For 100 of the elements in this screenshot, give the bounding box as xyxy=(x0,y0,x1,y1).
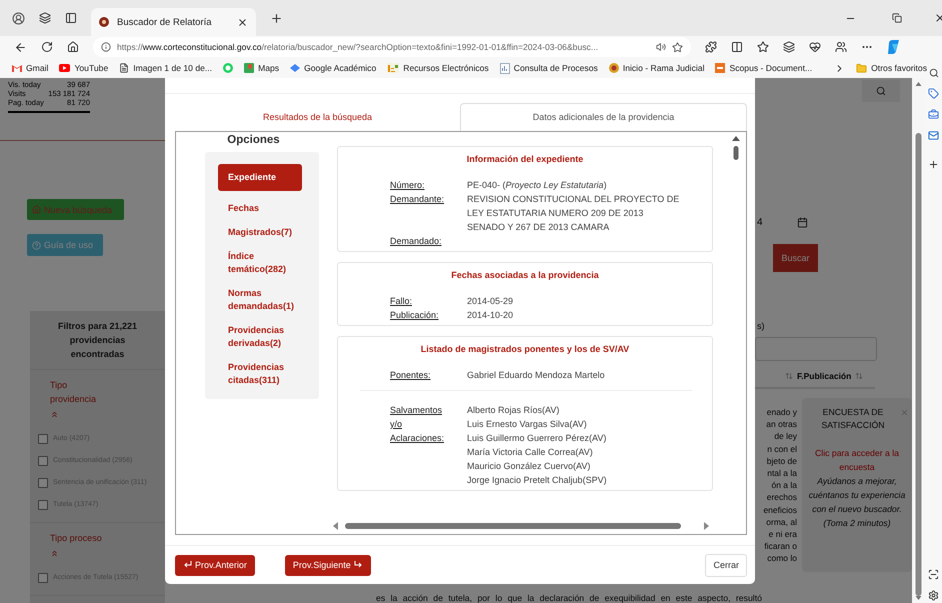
field-label: Salvamentos y/o Aclaraciones: xyxy=(390,404,446,445)
paragraph-text: como lo xyxy=(767,552,797,565)
add-icon[interactable] xyxy=(928,159,939,170)
field-value: PE-040- (Proyecto Ley Estatutaria) xyxy=(467,178,608,192)
bookmark[interactable]: Imagen 1 de 10 de... xyxy=(119,63,212,73)
next-button[interactable]: Prov.Siguiente xyxy=(284,554,371,576)
search-icon xyxy=(876,86,886,96)
play-icon xyxy=(59,64,70,72)
survey-note: Ayúdanos a mejorar, cuéntanos tu experiencia con el nuevo buscador. (Toma 2 minutos) xyxy=(808,475,906,530)
page-info-icon[interactable] xyxy=(101,42,111,52)
card-title: Listado de magistrados ponentes y los de SV/AV xyxy=(420,344,630,354)
map-pin-icon xyxy=(244,63,254,73)
mail-icon xyxy=(12,64,22,72)
refresh-icon[interactable] xyxy=(41,41,53,53)
field-value: SENADO Y 267 DE 2013 CAMARA xyxy=(467,220,610,234)
seal-icon xyxy=(608,63,619,73)
home-icon[interactable] xyxy=(67,41,79,53)
books-icon xyxy=(387,63,400,73)
field-value: Luis Ernesto Vargas Silva(AV) xyxy=(467,418,588,431)
field-label: Demandante: xyxy=(390,192,446,206)
bookmark[interactable]: Scopus - Document... xyxy=(715,63,812,73)
address-bar[interactable]: https://www.corteconstitucional.gov.co/relatoria/buscador_new/?searchOption=texto&fini=1992-01-01&ffin=2024-03-06&busc... xyxy=(93,37,691,57)
field-label: Número: xyxy=(390,178,426,192)
bookmark[interactable]: Maps xyxy=(244,63,280,73)
favorites-icon[interactable] xyxy=(757,41,769,53)
paragraph-text: an otras xyxy=(766,418,797,430)
collapse-icon[interactable] xyxy=(50,410,59,419)
field-value: LEY ESTATUTARIA NUMERO 209 DE 2013 xyxy=(467,206,644,220)
settings-icon[interactable] xyxy=(928,590,939,601)
close-button[interactable]: Cerrar xyxy=(705,554,747,577)
previous-button[interactable]: Prov.Anterior xyxy=(175,554,255,576)
field-value: Jorge Ignacio Pretelt Chaljub(SPV) xyxy=(467,474,608,487)
screenshot-icon[interactable] xyxy=(928,569,939,580)
field-label: Ponentes: xyxy=(390,368,432,382)
page-icon xyxy=(119,63,130,73)
option-item[interactable]: Expediente xyxy=(218,164,302,191)
search-icon[interactable] xyxy=(928,68,938,78)
tab[interactable]: Datos adicionales de la providencia xyxy=(460,102,747,131)
bookmark[interactable]: YouTube xyxy=(59,63,108,73)
field-value: Mauricio González Cuervo(AV) xyxy=(467,460,592,473)
paragraph-text: bjeto de xyxy=(766,454,797,468)
health-icon[interactable] xyxy=(809,41,821,53)
collections-icon[interactable] xyxy=(783,41,795,53)
url-text: https://www.corteconstitucional.gov.co/relatoria/buscador_new/?searchOption=texto&fini=1992-01-01&ffin=2024-03-06&busc... xyxy=(117,42,599,52)
diamond-icon xyxy=(290,64,300,72)
calendar-icon[interactable] xyxy=(796,217,808,228)
bookmark[interactable]: Consulta de Procesos xyxy=(500,62,598,74)
tab-actions-icon[interactable] xyxy=(65,12,77,24)
paragraph-text: ón a la xyxy=(771,479,797,492)
bookmark[interactable]: Inicio - Rama Judicial xyxy=(608,63,704,73)
bookmark-folder[interactable]: Otros favoritos xyxy=(856,62,928,74)
paragraph-text: ntal a la xyxy=(767,467,797,480)
users-icon[interactable] xyxy=(835,41,847,53)
checkbox[interactable] xyxy=(38,434,48,444)
option-item[interactable]: Índice temático(282) xyxy=(218,250,302,276)
paragraph-text: es la acción de tutela, por lo que la declaración de exequibilidad en este aspecto, resultó xyxy=(375,592,763,603)
paragraph-text: n con el xyxy=(767,442,797,455)
collapse-icon[interactable] xyxy=(50,549,59,558)
option-item[interactable]: Providencias citadas(311) xyxy=(218,360,302,387)
column-header[interactable]: F.Publicación xyxy=(797,371,852,381)
option-item[interactable]: Providencias derivadas(2) xyxy=(218,324,302,350)
paragraph-text: erechos xyxy=(766,491,797,504)
option-item[interactable]: Normas demandadas(1) xyxy=(218,286,302,313)
mail-icon[interactable] xyxy=(928,130,939,141)
bookmark[interactable]: Recursos Electrónicos xyxy=(387,63,489,73)
option-item[interactable]: Fechas xyxy=(218,202,302,215)
favorite-star-icon[interactable] xyxy=(672,42,683,52)
document-chart-icon xyxy=(500,62,510,74)
field-label: Publicación: xyxy=(390,308,440,322)
new-tab-icon[interactable] xyxy=(270,12,283,24)
extensions-icon[interactable] xyxy=(705,41,717,53)
square-logo-icon xyxy=(715,63,726,73)
briefcase-icon[interactable] xyxy=(928,109,939,120)
date-field-text: 4 xyxy=(757,217,763,228)
option-item[interactable]: Magistrados(7) xyxy=(218,226,302,239)
bookmark[interactable]: Google Académico xyxy=(290,63,376,73)
tag-icon[interactable] xyxy=(928,88,939,99)
input-field[interactable] xyxy=(755,337,877,361)
checkbox[interactable] xyxy=(38,478,48,488)
restore-icon[interactable] xyxy=(892,13,902,23)
back-icon[interactable] xyxy=(14,40,27,54)
paragraph-text: e ni era xyxy=(768,528,797,540)
paragraph-text: orma, al xyxy=(766,516,797,528)
search-button[interactable] xyxy=(862,80,900,102)
checkbox[interactable] xyxy=(38,500,48,510)
checkbox[interactable] xyxy=(38,456,48,466)
bookmark[interactable]: Gmail xyxy=(12,63,48,73)
field-value: María Victoria Calle Correa(AV) xyxy=(467,446,594,459)
field-value: 2014-10-20 xyxy=(467,308,514,322)
workspaces-icon[interactable] xyxy=(39,12,51,24)
close-icon[interactable] xyxy=(237,16,248,28)
field-label: s) xyxy=(757,321,766,331)
profile-icon[interactable] xyxy=(12,12,25,24)
site-seal-icon xyxy=(99,17,109,27)
read-aloud-icon[interactable] xyxy=(656,42,666,52)
help-icon xyxy=(32,240,41,250)
browser-tab[interactable]: Buscador de Relatoría xyxy=(91,8,256,36)
checkbox[interactable] xyxy=(38,573,48,583)
split-screen-icon[interactable] xyxy=(731,41,743,53)
paragraph-text: de ley xyxy=(774,430,797,443)
